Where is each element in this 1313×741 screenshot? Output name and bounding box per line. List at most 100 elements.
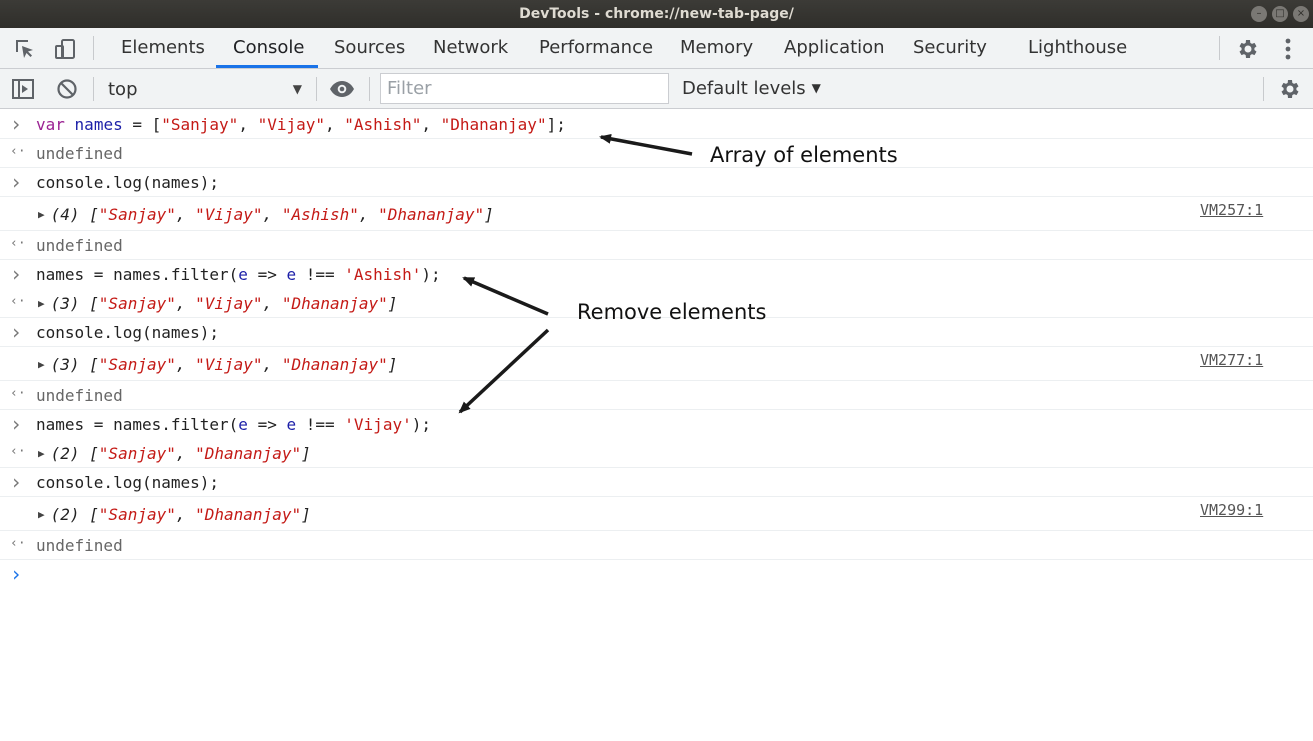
source-link[interactable]: VM257:1 (1200, 201, 1263, 219)
maximize-icon[interactable]: □ (1272, 6, 1288, 22)
console-input-row: › names = names.filter(e => e !== 'Vijay'… (0, 411, 1313, 439)
filter-input[interactable] (380, 73, 669, 104)
sidebar-toggle-icon[interactable] (10, 77, 36, 101)
code-token: "Vijay" (195, 355, 263, 374)
window-titlebar: DevTools - chrome://new-tab-page/ – □ × (0, 0, 1313, 28)
code-token: console.log(names); (36, 173, 220, 192)
code-token: "Sanjay" (98, 444, 176, 463)
code-token: var (36, 115, 65, 134)
code-token: , (175, 444, 196, 463)
expand-triangle-icon[interactable]: ▶ (38, 358, 45, 371)
code-token: 'Ashish' (344, 265, 422, 284)
code-token: , (175, 505, 196, 524)
code-token: "Vijay" (257, 115, 326, 134)
device-toolbar-icon[interactable] (52, 36, 78, 62)
tab-security[interactable]: Security (896, 28, 1004, 68)
code-token: !== (296, 415, 345, 434)
tab-console[interactable]: Console (216, 28, 321, 68)
toolbar-divider (93, 77, 94, 101)
console-return-row: ‹· undefined (0, 532, 1313, 560)
console-log-row: ▶ (4) ["Sanjay", "Vijay", "Ashish", "Dhan… (0, 198, 1313, 231)
tab-memory[interactable]: Memory (663, 28, 770, 68)
array-preview[interactable]: ▶ (3) ["Sanjay", "Vijay", "Dhananjay"] (38, 355, 397, 374)
log-levels-dropdown[interactable]: Default levels ▼ (682, 78, 821, 99)
toolbar-divider (316, 77, 317, 101)
code-token: , (238, 115, 258, 134)
annotation-array-of-elements: Array of elements (710, 143, 898, 167)
code-token: "Sanjay" (98, 355, 176, 374)
inspect-element-icon[interactable] (12, 36, 38, 62)
tab-application[interactable]: Application (767, 28, 902, 68)
input-prompt-chevron-icon: › (10, 562, 23, 586)
tab-performance[interactable]: Performance (522, 28, 670, 68)
return-value-text: undefined (36, 236, 123, 255)
console-input-code: console.log(names); (36, 173, 219, 192)
array-length: (2) (50, 505, 80, 524)
return-value-icon: ‹· (10, 444, 26, 459)
console-input-code: var names = ["Sanjay", "Vijay", "Ashish"… (36, 115, 566, 134)
input-prompt-chevron-icon: › (10, 320, 23, 344)
tab-sources[interactable]: Sources (317, 28, 422, 68)
annotation-remove-elements: Remove elements (577, 300, 767, 324)
code-token: ]; (546, 115, 566, 134)
code-token: , (262, 205, 282, 224)
tab-lighthouse[interactable]: Lighthouse (1011, 28, 1144, 68)
tab-elements[interactable]: Elements (104, 28, 222, 68)
array-length: (3) (50, 294, 80, 313)
tabbar-divider (93, 36, 94, 60)
source-link[interactable]: VM277:1 (1200, 351, 1263, 369)
close-icon[interactable]: × (1293, 6, 1309, 22)
array-preview[interactable]: ▶ (2) ["Sanjay", "Dhananjay"] (38, 444, 311, 463)
dropdown-arrow-icon: ▼ (292, 82, 302, 96)
code-token: , (175, 355, 196, 374)
window-title: DevTools - chrome://new-tab-page/ (519, 6, 794, 22)
expand-triangle-icon[interactable]: ▶ (38, 508, 45, 521)
console-input-code: console.log(names); (36, 323, 219, 342)
input-prompt-chevron-icon: › (10, 170, 23, 194)
code-token: "Dhananjay" (195, 505, 302, 524)
code-token: 'Vijay' (344, 415, 412, 434)
array-preview[interactable]: ▶ (4) ["Sanjay", "Vijay", "Ashish", "Dhan… (38, 205, 494, 224)
code-token: "Dhananjay" (378, 205, 485, 224)
code-token: ); (421, 265, 441, 284)
console-toolbar: top ▼ Default levels ▼ (0, 69, 1313, 109)
expand-triangle-icon[interactable]: ▶ (38, 447, 45, 460)
live-expression-eye-icon[interactable] (328, 77, 356, 101)
minimize-icon[interactable]: – (1251, 6, 1267, 22)
console-settings-gear-icon[interactable] (1276, 77, 1302, 101)
context-selector[interactable]: top ▼ (96, 73, 312, 105)
console-input-row: › var names = ["Sanjay", "Vijay", "Ashish… (0, 111, 1313, 139)
code-token: names = names.filter( (36, 265, 239, 284)
input-prompt-chevron-icon: › (10, 112, 23, 136)
code-token: => (247, 265, 287, 284)
settings-gear-icon[interactable] (1234, 36, 1260, 62)
return-value-icon: ‹· (10, 294, 26, 309)
source-link[interactable]: VM299:1 (1200, 501, 1263, 519)
more-options-icon[interactable] (1278, 36, 1298, 62)
array-preview[interactable]: ▶ (3) ["Sanjay", "Vijay", "Dhananjay"] (38, 294, 397, 313)
clear-console-icon[interactable] (54, 77, 80, 101)
expand-triangle-icon[interactable]: ▶ (38, 297, 45, 310)
dropdown-arrow-icon: ▼ (811, 81, 821, 95)
code-token: , (358, 205, 379, 224)
console-prompt-row[interactable]: › (0, 561, 1313, 589)
code-token: = [ (122, 115, 162, 134)
log-levels-label: Default levels (682, 78, 806, 99)
code-token: e (286, 415, 297, 434)
code-token: "Sanjay" (98, 505, 176, 524)
code-token: "Dhananjay" (281, 355, 388, 374)
expand-triangle-icon[interactable]: ▶ (38, 208, 45, 221)
code-token: "Ashish" (281, 205, 359, 224)
code-token: console.log(names); (36, 473, 220, 492)
return-value-text: undefined (36, 536, 123, 555)
code-token: "Sanjay" (98, 294, 176, 313)
input-prompt-chevron-icon: › (10, 412, 23, 436)
return-value-text: undefined (36, 386, 123, 405)
code-token: names = names.filter( (36, 415, 239, 434)
tab-network[interactable]: Network (416, 28, 525, 68)
code-token: e (238, 265, 248, 284)
array-preview[interactable]: ▶ (2) ["Sanjay", "Dhananjay"] (38, 505, 311, 524)
return-value-icon: ‹· (10, 536, 26, 551)
code-token: console.log(names); (36, 323, 220, 342)
return-value-icon: ‹· (10, 236, 26, 251)
